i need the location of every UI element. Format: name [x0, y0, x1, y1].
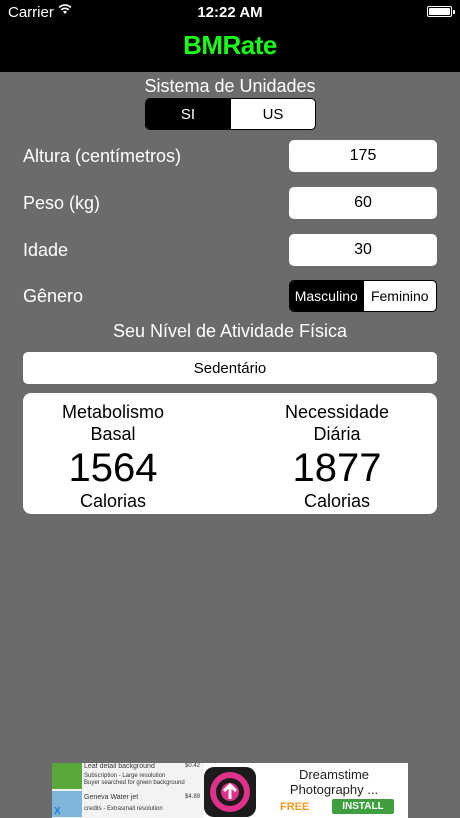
height-field[interactable]: 175: [289, 140, 437, 172]
age-label: Idade: [23, 240, 69, 260]
ad-item1-price: $0.42: [184, 763, 200, 769]
dreamstime-app-icon: [204, 767, 256, 817]
height-label: Altura (centímetros): [23, 146, 182, 166]
units-option-si[interactable]: SI: [146, 99, 230, 129]
ad-item1-sub2: Buyer searched for green background: [84, 780, 185, 786]
ad-item1-sub1: Subscription - Large resolution: [84, 773, 166, 779]
leaf-thumbnail: [52, 763, 82, 789]
daily-value: 1877: [292, 446, 382, 490]
gender-segmented-control: Masculino Feminino: [289, 280, 437, 312]
activity-label: Seu Nível de Atividade Física: [112, 321, 348, 341]
basal-unit: Calorias: [79, 491, 147, 511]
daily-result: Necessidade Diária 1877 Calorias: [247, 401, 427, 512]
daily-label-line2: Diária: [313, 424, 361, 444]
weight-field[interactable]: 60: [289, 187, 437, 219]
activity-selector[interactable]: Sedentário: [23, 352, 437, 384]
gender-label: Gênero: [23, 286, 84, 306]
ad-item1-title: Leaf detail background: [84, 763, 155, 770]
gender-option-male[interactable]: Masculino: [290, 281, 363, 311]
daily-unit: Calorias: [303, 491, 371, 511]
ad-item2-title: Geneva Water jet: [84, 794, 139, 801]
navigation-bar: Carrier 12:22 AM BMRate: [0, 0, 460, 72]
ad-banner[interactable]: Leaf detail background $0.42 Subscriptio…: [52, 763, 408, 818]
basal-label-line2: Basal: [90, 424, 136, 444]
ad-install-button[interactable]: INSTALL: [332, 799, 394, 814]
units-label: Sistema de Unidades: [144, 76, 316, 96]
basal-label-line1: Metabolismo: [61, 402, 165, 422]
ad-title: Dreamstime Photography ...: [289, 767, 379, 797]
ad-preview: Leaf detail background $0.42 Subscriptio…: [52, 763, 204, 818]
ad-price-label: FREE: [280, 801, 310, 813]
weight-label: Peso (kg): [23, 193, 101, 213]
status-time: 12:22 AM: [197, 4, 263, 21]
basal-result: Metabolismo Basal 1564 Calorias: [23, 401, 203, 512]
basal-value: 1564: [68, 446, 158, 490]
app-title: BMRate: [183, 30, 277, 60]
units-option-us[interactable]: US: [230, 99, 315, 129]
status-bar: Carrier 12:22 AM: [0, 0, 460, 24]
units-segmented-control: SI US: [145, 98, 316, 130]
ad-item2-sub: credits - Extrasmall resolution: [84, 806, 163, 812]
ad-close-icon[interactable]: X: [54, 806, 61, 817]
results-card: Metabolismo Basal 1564 Calorias Necessid…: [23, 393, 437, 514]
ad-item2-price: $4.89: [184, 794, 200, 800]
age-field[interactable]: 30: [289, 234, 437, 266]
daily-label-line1: Necessidade: [284, 402, 390, 422]
gender-option-female[interactable]: Feminino: [362, 281, 437, 311]
battery-icon: [427, 6, 455, 17]
